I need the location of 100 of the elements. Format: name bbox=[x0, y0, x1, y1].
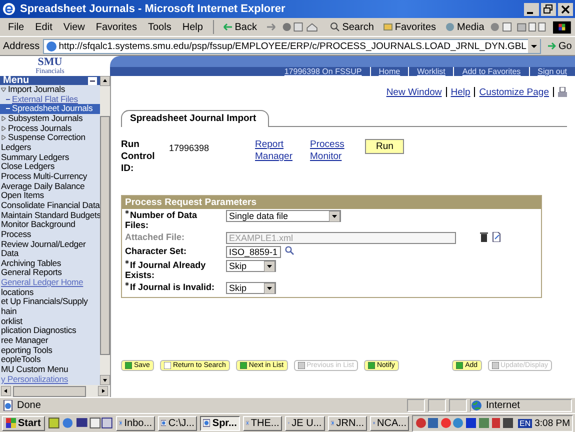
taskbar-button[interactable]: Inbo... bbox=[116, 416, 156, 430]
quick-launch-icons-drawing[interactable] bbox=[48, 417, 113, 429]
start-button[interactable]: Start bbox=[2, 416, 45, 430]
banner-link[interactable]: 17996398 On FSSUP bbox=[276, 67, 370, 76]
add-icon bbox=[456, 362, 464, 369]
taskbar-button[interactable]: JRN... bbox=[328, 416, 368, 430]
menu-item[interactable]: y Personalizations bbox=[0, 374, 100, 384]
menu-item[interactable]: et Up Financials/Supply bbox=[0, 297, 100, 308]
forward-arrow-icon bbox=[266, 22, 276, 32]
menu-item[interactable]: hain bbox=[0, 307, 100, 317]
menu-item[interactable]: Favorites bbox=[92, 22, 141, 32]
restore-icon[interactable] bbox=[541, 2, 556, 16]
dropdown-arrow-icon[interactable] bbox=[264, 260, 275, 272]
scroll-down-icon[interactable] bbox=[100, 375, 110, 385]
scrollbar[interactable] bbox=[0, 385, 110, 397]
dropdown[interactable]: Single data file bbox=[226, 210, 341, 222]
page-tab[interactable]: Spreadsheet Journal Import bbox=[121, 110, 270, 127]
document-icon[interactable] bbox=[492, 232, 501, 242]
printer-icon[interactable] bbox=[558, 86, 567, 98]
page-link[interactable]: Customize Page bbox=[479, 86, 549, 98]
search-icon[interactable] bbox=[284, 246, 294, 255]
menu-item[interactable]: MU Custom Menu bbox=[0, 365, 100, 375]
menu-item[interactable]: General Reports bbox=[0, 268, 100, 278]
menu-item[interactable]: Summary Ledgers bbox=[0, 152, 100, 162]
save-icon bbox=[125, 362, 132, 369]
menu-item[interactable]: orklist bbox=[0, 316, 100, 326]
trash-icon[interactable] bbox=[480, 232, 488, 242]
scroll-up-icon[interactable] bbox=[100, 76, 110, 86]
menu-item[interactable]: View bbox=[59, 22, 89, 32]
page-icon bbox=[46, 40, 57, 52]
required-asterisk-icon bbox=[125, 210, 129, 214]
menu-item[interactable]: eporting Tools bbox=[0, 346, 100, 356]
zone-text: Internet bbox=[486, 400, 520, 411]
page-link[interactable]: New Window bbox=[386, 86, 442, 98]
dropdown-arrow-icon[interactable] bbox=[264, 282, 275, 294]
menu-item[interactable]: Archiving Tables bbox=[0, 258, 100, 268]
menu-item[interactable]: Average Daily Balance bbox=[0, 182, 100, 192]
menu-item[interactable]: File bbox=[4, 22, 28, 32]
taskbar-button[interactable]: C:\J... bbox=[158, 416, 198, 430]
menu-item[interactable]: Subsystem Journals bbox=[0, 114, 100, 124]
menu-item[interactable]: Consolidate Financial Data bbox=[0, 200, 100, 211]
menu-item[interactable]: Data bbox=[0, 249, 100, 259]
menu-item[interactable]: Spreadsheet Journals bbox=[0, 104, 100, 114]
status-text: Done bbox=[17, 400, 41, 411]
menu-item[interactable]: Import Journals bbox=[0, 85, 100, 95]
process-link[interactable]: Report Manager bbox=[255, 139, 299, 163]
field-label: Character Set: bbox=[125, 246, 188, 256]
menu-item[interactable]: Review Journal/Ledger bbox=[0, 240, 100, 250]
field-label: Attached File: bbox=[125, 232, 186, 242]
browser-icon bbox=[2, 2, 16, 16]
process-link[interactable]: Process Monitor bbox=[310, 139, 354, 163]
menu-item[interactable]: eopleTools bbox=[0, 355, 100, 366]
menu-item[interactable]: Ledgers bbox=[0, 142, 100, 153]
address-label: Address bbox=[3, 40, 40, 52]
window-title: Spreadsheet Journals - Microsoft Internet Explorer bbox=[20, 3, 286, 15]
taskbar-button[interactable]: Spr... bbox=[200, 416, 240, 430]
dropdown-arrow-icon[interactable] bbox=[329, 210, 340, 222]
scrollbar[interactable] bbox=[100, 76, 110, 385]
menu-item[interactable]: plication Diagnostics bbox=[0, 326, 100, 336]
go-button[interactable]: Go bbox=[544, 40, 574, 52]
menu-item[interactable]: Edit bbox=[31, 22, 56, 32]
input-field[interactable]: ISO_8859-1 bbox=[226, 246, 281, 258]
window-icon bbox=[161, 418, 166, 428]
required-asterisk-icon bbox=[125, 260, 129, 264]
run-button[interactable]: Run bbox=[365, 139, 404, 154]
expanded-triangle-icon[interactable] bbox=[1, 87, 6, 92]
close-icon[interactable] bbox=[558, 2, 573, 16]
menu-item[interactable]: Close Ledgers bbox=[0, 162, 100, 172]
menu-item[interactable]: Process Journals bbox=[0, 124, 100, 134]
group-title: Process Request Parameters bbox=[122, 196, 541, 209]
menu-item[interactable]: Tools bbox=[144, 22, 176, 32]
search-button[interactable]: Search bbox=[327, 22, 377, 32]
taskbar-button[interactable]: THE... bbox=[242, 416, 282, 430]
tray-icons-drawing[interactable] bbox=[415, 417, 516, 429]
menu-item[interactable]: ree Manager bbox=[0, 336, 100, 346]
address-field[interactable]: http://sfqalc1.systems.smu.edu/psp/fssup/EMPLOYEE/ERP/c/PROCESS_JOURNALS.LOAD_JRNL_DYN.GBL bbox=[42, 38, 542, 54]
minimize-icon[interactable] bbox=[524, 2, 539, 16]
menu-item[interactable]: Process bbox=[0, 230, 100, 240]
back-button[interactable]: Back bbox=[220, 22, 260, 32]
taskbar-button[interactable]: JE U... bbox=[285, 416, 325, 430]
page-link[interactable]: Help bbox=[450, 86, 470, 98]
dropdown[interactable]: Skip bbox=[226, 260, 276, 272]
scroll-right-icon[interactable] bbox=[98, 386, 108, 396]
menu-item[interactable]: Monitor Background bbox=[0, 220, 100, 230]
media-button[interactable]: Media bbox=[442, 22, 488, 32]
favorites-button[interactable]: Favorites bbox=[380, 22, 440, 32]
menu-item[interactable]: Open Items bbox=[0, 191, 100, 201]
language-badge[interactable]: EN bbox=[518, 418, 532, 428]
menu-item[interactable]: locations bbox=[0, 288, 100, 298]
menu-item[interactable]: External Flat Files bbox=[0, 94, 100, 104]
menu-item[interactable]: Process Multi-Currency bbox=[0, 172, 100, 182]
scroll-left-icon[interactable] bbox=[1, 386, 11, 396]
go-arrow-icon bbox=[546, 41, 556, 51]
dropdown[interactable]: Skip bbox=[226, 282, 276, 294]
taskbar-button[interactable]: NCA... bbox=[370, 416, 410, 430]
menu-item[interactable]: General Ledger Home bbox=[0, 278, 100, 288]
menu-item[interactable]: Help bbox=[178, 22, 207, 32]
toolbar-icons-drawing[interactable] bbox=[490, 21, 548, 33]
menu-item[interactable]: Suspense Correction bbox=[0, 133, 100, 143]
collapse-icon[interactable] bbox=[88, 76, 97, 84]
